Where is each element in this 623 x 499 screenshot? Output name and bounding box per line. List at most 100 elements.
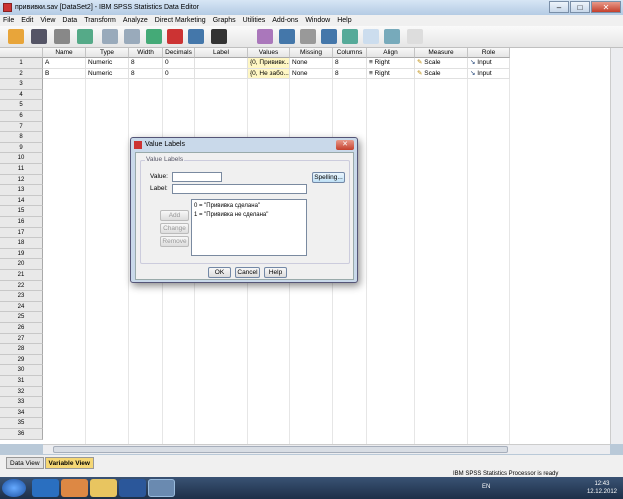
menu-data[interactable]: Data: [62, 17, 77, 24]
row-number[interactable]: 15: [0, 206, 43, 217]
col-header-values[interactable]: Values: [248, 48, 290, 58]
spss-taskbar-icon[interactable]: [148, 479, 175, 497]
row-number[interactable]: 27: [0, 333, 43, 345]
row-number[interactable]: 18: [0, 238, 43, 249]
list-item[interactable]: 0 = "Прививка сделана": [194, 202, 304, 211]
tab-data-view[interactable]: Data View: [6, 457, 44, 469]
cell-missing[interactable]: None: [290, 58, 333, 69]
change-button[interactable]: Change: [160, 223, 189, 234]
menu-edit[interactable]: Edit: [21, 17, 33, 24]
maximize-icon[interactable]: □: [570, 1, 590, 13]
spelling-button[interactable]: Spelling...: [312, 172, 345, 183]
cell-label[interactable]: [195, 68, 248, 80]
cell-align[interactable]: ≡ Right: [367, 68, 415, 80]
row-number[interactable]: 29: [0, 354, 43, 366]
menu-view[interactable]: View: [40, 17, 55, 24]
cell-measure[interactable]: ✎ Scale: [415, 68, 468, 80]
cell-columns[interactable]: 8: [333, 58, 367, 69]
row-number[interactable]: 22: [0, 280, 43, 292]
row-number[interactable]: 20: [0, 259, 43, 270]
explorer-icon[interactable]: [90, 479, 117, 497]
row-number[interactable]: 30: [0, 365, 43, 376]
cell-values[interactable]: {0, Прививк...: [248, 58, 290, 69]
row-number[interactable]: 11: [0, 164, 43, 175]
goto-variable-icon[interactable]: [167, 29, 183, 44]
redo-icon[interactable]: [124, 29, 140, 44]
col-header-measure[interactable]: Measure: [415, 48, 468, 58]
cell-decimals[interactable]: 0: [163, 68, 195, 80]
menu-transform[interactable]: Transform: [84, 17, 116, 24]
ok-button[interactable]: OK: [208, 267, 231, 278]
row-number[interactable]: 21: [0, 270, 43, 281]
menu-direct-marketing[interactable]: Direct Marketing: [155, 17, 206, 24]
row-number[interactable]: 9: [0, 142, 43, 154]
col-header-role[interactable]: Role: [468, 48, 510, 58]
horizontal-scrollbar[interactable]: [43, 444, 610, 454]
label-input[interactable]: [172, 184, 307, 194]
row-number[interactable]: 35: [0, 418, 43, 429]
row-number[interactable]: 7: [0, 121, 43, 133]
menu-analyze[interactable]: Analyze: [123, 17, 148, 24]
remove-button[interactable]: Remove: [160, 236, 189, 247]
select-cases-icon[interactable]: [342, 29, 358, 44]
close-icon[interactable]: ✕: [591, 1, 621, 13]
row-number[interactable]: 36: [0, 429, 43, 440]
col-header-type[interactable]: Type: [86, 48, 129, 58]
weight-cases-icon[interactable]: [321, 29, 337, 44]
word-icon[interactable]: [119, 479, 146, 497]
row-number[interactable]: 34: [0, 407, 43, 419]
insert-cases-icon[interactable]: [257, 29, 273, 44]
find-icon[interactable]: [211, 29, 227, 44]
print-icon[interactable]: [54, 29, 70, 44]
menu-file[interactable]: File: [3, 17, 14, 24]
menu-help[interactable]: Help: [337, 17, 351, 24]
menu-add-ons[interactable]: Add-ons: [272, 17, 298, 24]
cell-role[interactable]: ↘ Input: [468, 58, 510, 69]
cell-width[interactable]: 8: [129, 68, 163, 80]
split-file-icon[interactable]: [300, 29, 316, 44]
insert-variable-icon[interactable]: [279, 29, 295, 44]
col-header-width[interactable]: Width: [129, 48, 163, 58]
help-button[interactable]: Help: [264, 267, 287, 278]
menu-graphs[interactable]: Graphs: [213, 17, 236, 24]
row-number[interactable]: 17: [0, 227, 43, 239]
menu-utilities[interactable]: Utilities: [243, 17, 266, 24]
row-number[interactable]: 28: [0, 344, 43, 355]
row-number[interactable]: 12: [0, 174, 43, 186]
cell-label[interactable]: [195, 58, 248, 69]
row-number[interactable]: 13: [0, 185, 43, 196]
variables-icon[interactable]: [188, 29, 204, 44]
row-number[interactable]: 3: [0, 79, 43, 90]
row-number[interactable]: 14: [0, 195, 43, 207]
col-header-label[interactable]: Label: [195, 48, 248, 58]
ie-icon[interactable]: [32, 479, 59, 497]
row-number[interactable]: 8: [0, 132, 43, 143]
value-labels-list[interactable]: 0 = "Прививка сделана" 1 = "Прививка не …: [191, 199, 307, 256]
row-number[interactable]: 26: [0, 323, 43, 334]
row-number[interactable]: 5: [0, 100, 43, 111]
row-number[interactable]: 6: [0, 111, 43, 122]
col-header-name[interactable]: Name: [43, 48, 86, 58]
recall-dialog-icon[interactable]: [77, 29, 93, 44]
language-indicator[interactable]: EN: [482, 484, 490, 490]
undo-icon[interactable]: [102, 29, 118, 44]
spell-check-icon[interactable]: [407, 29, 423, 44]
cell-missing[interactable]: None: [290, 68, 333, 80]
value-input[interactable]: [172, 172, 222, 182]
col-header-align[interactable]: Align: [367, 48, 415, 58]
row-number[interactable]: 33: [0, 397, 43, 408]
goto-case-icon[interactable]: [146, 29, 162, 44]
value-labels-icon[interactable]: [363, 29, 379, 44]
cell-columns[interactable]: 8: [333, 68, 367, 80]
cell-width[interactable]: 8: [129, 58, 163, 69]
row-number[interactable]: 10: [0, 153, 43, 164]
list-item[interactable]: 1 = "Прививка не сделана": [194, 211, 304, 220]
cell-decimals[interactable]: 0: [163, 58, 195, 69]
cell-name[interactable]: A: [43, 58, 86, 69]
minimize-icon[interactable]: –: [549, 1, 569, 13]
row-number[interactable]: 19: [0, 248, 43, 260]
cancel-button[interactable]: Cancel: [235, 267, 260, 278]
row-number[interactable]: 4: [0, 89, 43, 101]
row-number[interactable]: 31: [0, 376, 43, 387]
add-button[interactable]: Add: [160, 210, 189, 221]
